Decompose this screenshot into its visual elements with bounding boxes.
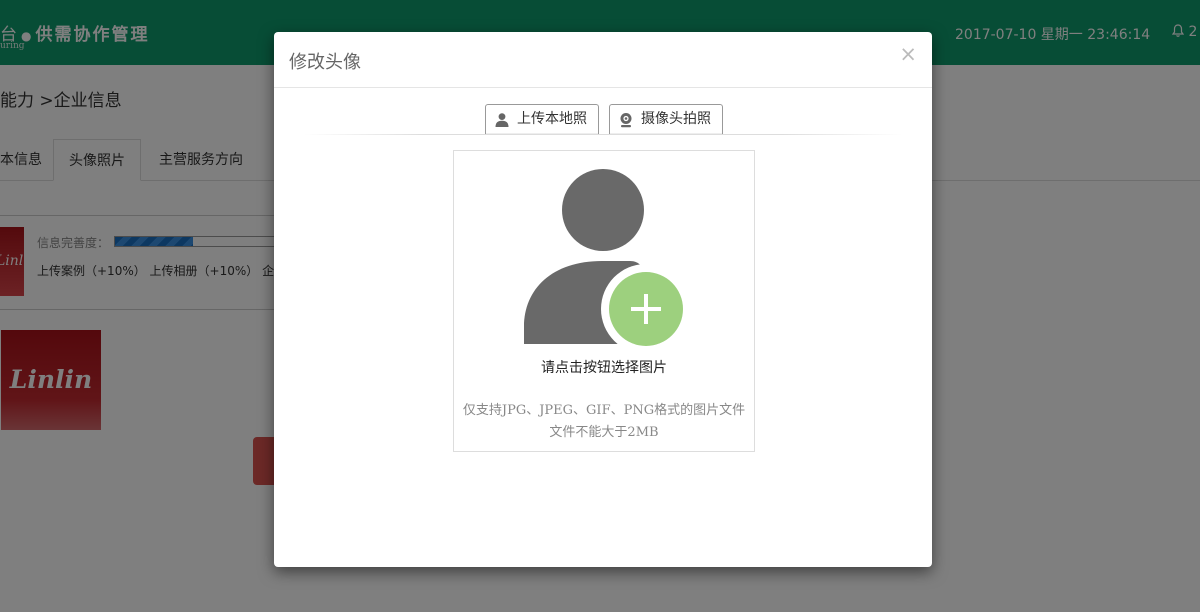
tab-upload-local[interactable]: 上传本地照 [485,104,599,134]
modal-header: 修改头像 × [274,32,932,88]
add-user-icon[interactable] [524,169,686,347]
change-avatar-dialog: 修改头像 × 上传本地照 摄像头拍照 请点击按钮选择图片 仅支持JPG、JPEG… [274,32,932,567]
modal-title: 修改头像 [289,52,361,73]
tab-camera-capture-label: 摄像头拍照 [641,111,711,127]
image-upload-area[interactable]: 请点击按钮选择图片 仅支持JPG、JPEG、GIF、PNG格式的图片文件 文件不… [453,150,755,452]
tab-upload-local-label: 上传本地照 [517,111,587,127]
user-icon [495,113,509,127]
upload-prompt: 请点击按钮选择图片 [541,360,667,376]
upload-format-line: 仅支持JPG、JPEG、GIF、PNG格式的图片文件 [462,403,746,418]
upload-size-line: 文件不能大于2MB [549,425,659,440]
upload-format-note: 仅支持JPG、JPEG、GIF、PNG格式的图片文件 文件不能大于2MB [454,400,754,444]
mode-tabs-divider [304,134,902,135]
close-button[interactable]: × [899,44,917,65]
camera-icon [620,113,632,128]
tab-camera-capture[interactable]: 摄像头拍照 [609,104,723,134]
